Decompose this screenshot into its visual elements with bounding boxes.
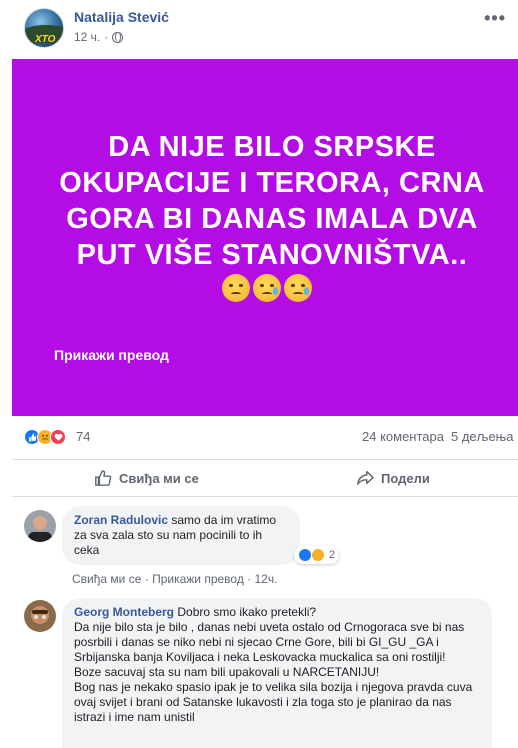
commenter-avatar[interactable] (24, 600, 56, 632)
comment-reactions[interactable]: 2 (294, 546, 340, 564)
like-label: Свиђа ми се (119, 470, 199, 486)
crying-face-icon (284, 274, 312, 302)
comment-reaction-count: 2 (329, 549, 336, 561)
comment-bubble: Zoran Radulovic samo da im vratimo za sv… (62, 506, 300, 565)
actions-bar: Свиђа ми се Подели (12, 459, 518, 497)
crying-face-icon (253, 274, 281, 302)
comment-author[interactable]: Georg Monteberg (74, 605, 174, 619)
comment-translate-link[interactable]: Прикажи превод (152, 572, 244, 586)
like-button[interactable]: Свиђа ми се (94, 460, 199, 496)
share-label: Подели (381, 470, 430, 486)
avatar-badge: XTO (35, 34, 56, 45)
like-reaction-icon (298, 548, 312, 562)
sad-reaction-icon (311, 548, 325, 562)
author-avatar[interactable]: XTO (24, 8, 64, 48)
dot-separator: · (104, 30, 109, 44)
share-count[interactable]: 5 дељења (451, 429, 513, 444)
love-reaction-icon (50, 429, 66, 445)
dot-separator: · (243, 572, 255, 586)
comment-text: Dobro smo ikako pretekli? Da nije bilo s… (74, 605, 473, 724)
translate-link[interactable]: Прикажи превод (54, 347, 169, 363)
emoji-row (222, 274, 312, 302)
globe-icon[interactable] (112, 31, 124, 43)
comment-author[interactable]: Zoran Radulovic (74, 513, 168, 527)
share-button[interactable]: Подели (356, 460, 430, 496)
post-meta: 12 ч. · (74, 30, 124, 44)
comment-footer: Свиђа ми се · Прикажи превод · 12ч. (72, 572, 277, 586)
reaction-count[interactable]: 74 (76, 429, 90, 444)
thumbs-up-icon (95, 470, 112, 486)
more-options-icon[interactable]: ••• (484, 8, 506, 29)
share-arrow-icon (357, 470, 374, 486)
dot-separator: · (141, 572, 153, 586)
comment-count[interactable]: 24 коментара (362, 429, 444, 444)
author-name[interactable]: Natalija Stević (74, 9, 169, 25)
post-text: DA NIJE BILO SRPSKE OKUPACIJE I TERORA, … (59, 131, 485, 271)
comment-bubble: Georg Monteberg Dobro smo ikako pretekli… (62, 598, 492, 748)
post-time[interactable]: 12 ч. (74, 30, 100, 44)
comment: Georg Monteberg Dobro smo ikako pretekli… (0, 598, 518, 748)
post-header: XTO Natalija Stević 12 ч. · ••• (0, 0, 518, 58)
comment-time[interactable]: 12ч. (255, 572, 278, 586)
reactions-bar: 74 24 коментара 5 дељења (0, 424, 518, 448)
commenter-avatar[interactable] (24, 510, 56, 542)
sleepy-face-icon (222, 274, 250, 302)
comment-like-link[interactable]: Свиђа ми се (72, 572, 141, 586)
comment: Zoran Radulovic samo da im vratimo za sv… (0, 506, 518, 590)
post-background[interactable]: DA NIJE BILO SRPSKE OKUPACIJE I TERORA, … (12, 59, 518, 416)
reaction-icons[interactable] (24, 429, 66, 445)
